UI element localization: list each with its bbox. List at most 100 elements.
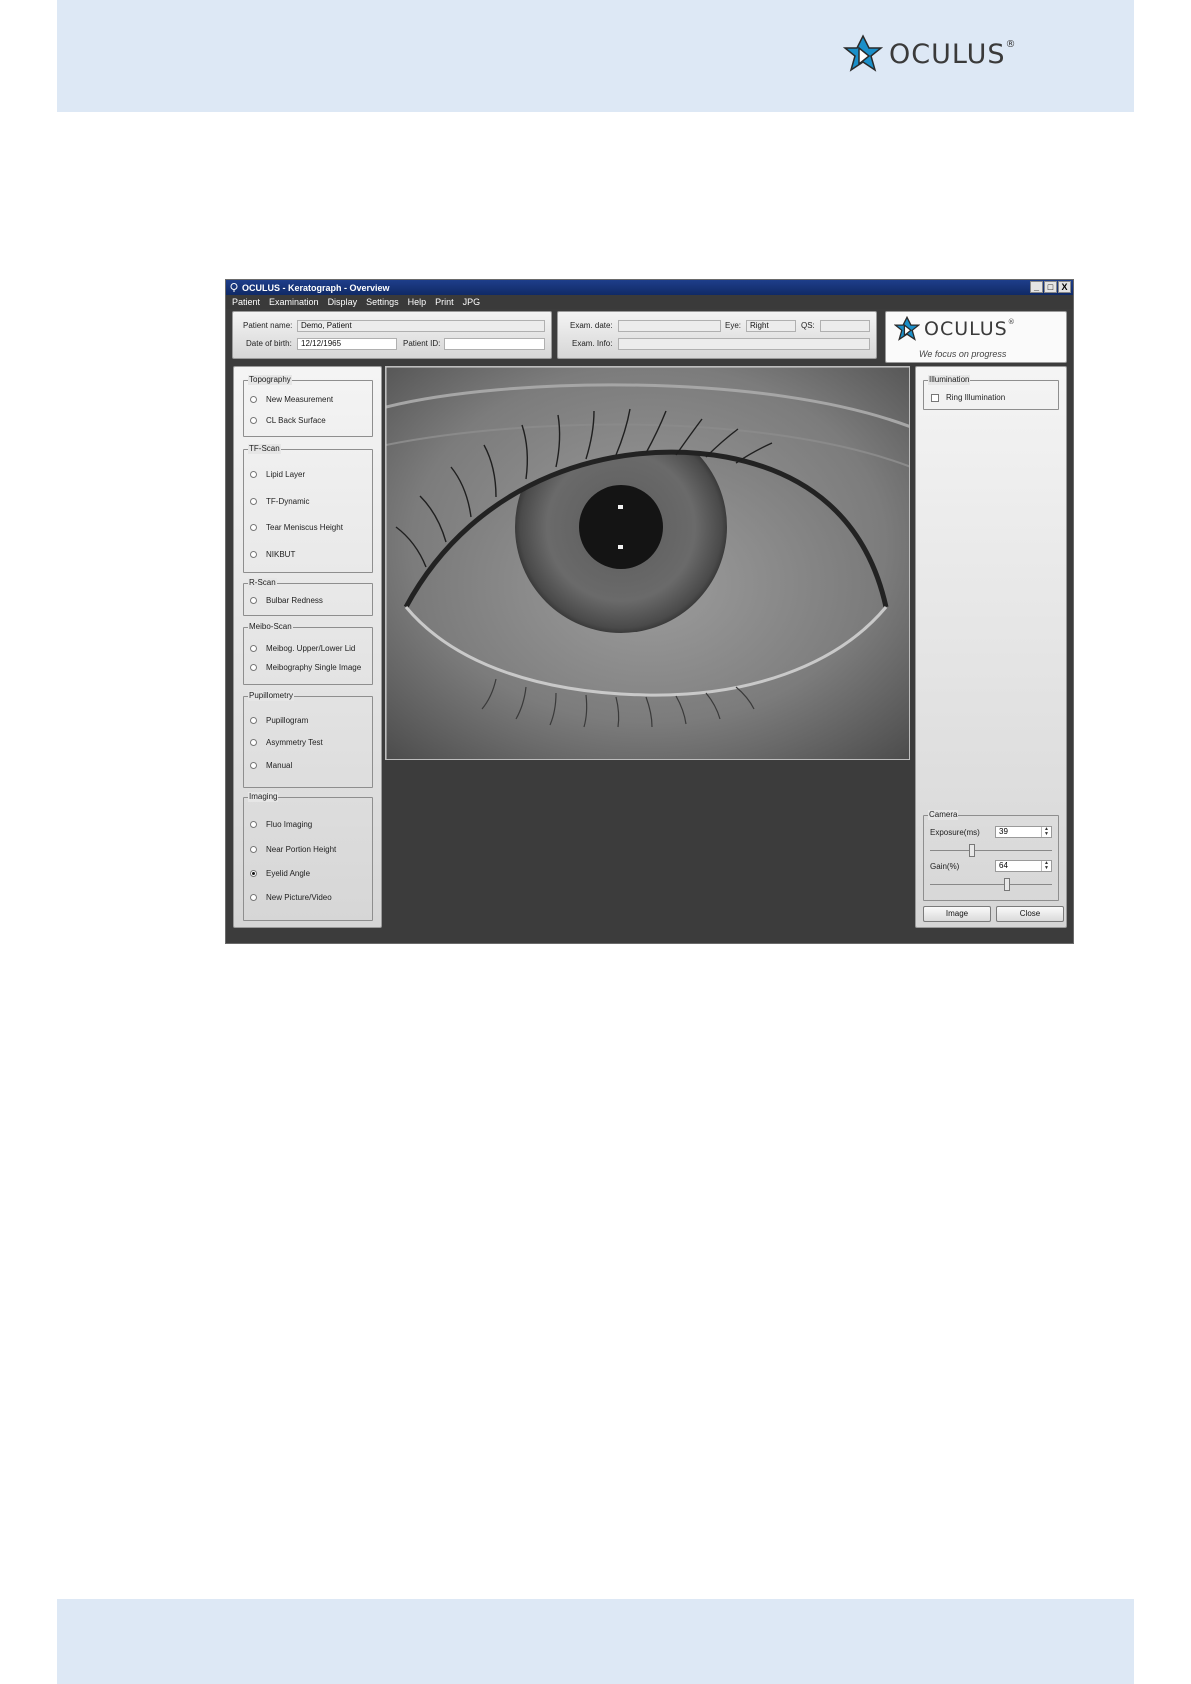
radio-button[interactable] <box>250 524 257 531</box>
menu-examination[interactable]: Examination <box>269 297 319 307</box>
gain-spinbox[interactable]: 64 ▲ ▼ <box>995 860 1052 872</box>
option-meibography-single-image[interactable]: Meibography Single Image <box>250 663 361 672</box>
patient-name-field[interactable]: Demo, Patient <box>297 320 545 332</box>
dob-label: Date of birth: <box>246 339 292 348</box>
controls-panel: Illumination Ring Illumination Camera Ex… <box>915 366 1067 928</box>
app-icon <box>230 283 238 292</box>
option-pupillogram[interactable]: Pupillogram <box>250 716 308 725</box>
radio-button[interactable] <box>250 471 257 478</box>
image-button[interactable]: Image <box>923 906 991 922</box>
radio-button[interactable] <box>250 645 257 652</box>
exposure-label: Exposure(ms) <box>930 828 980 837</box>
oculus-star-icon <box>843 34 883 72</box>
spin-arrows-icon[interactable]: ▲ ▼ <box>1041 861 1051 871</box>
menu-bar: Patient Examination Display Settings Hel… <box>226 295 1073 309</box>
patient-id-field[interactable] <box>444 338 545 350</box>
option-label: Meibography Single Image <box>266 663 362 672</box>
radio-button[interactable] <box>250 664 257 671</box>
menu-display[interactable]: Display <box>328 297 358 307</box>
gain-slider-thumb[interactable] <box>1004 878 1011 891</box>
option-near-portion-height[interactable]: Near Portion Height <box>250 845 336 854</box>
option-label: Pupillogram <box>266 716 309 725</box>
gain-value: 64 <box>999 861 1008 870</box>
option-lipid-layer[interactable]: Lipid Layer <box>250 470 305 479</box>
option-bulbar-redness[interactable]: Bulbar Redness <box>250 596 323 605</box>
exposure-slider[interactable] <box>930 850 1052 851</box>
title-bar[interactable]: OCULUS - Keratograph - Overview _ □ X <box>226 280 1073 295</box>
spin-arrows-icon[interactable]: ▲ ▼ <box>1041 827 1051 837</box>
group-topography: Topography New Measurement CL Back Surfa… <box>243 375 373 437</box>
radio-button[interactable] <box>250 597 257 604</box>
exam-date-label: Exam. date: <box>570 321 613 330</box>
group-topography-title: Topography <box>248 375 292 385</box>
radio-button[interactable] <box>250 498 257 505</box>
option-label: Manual <box>266 761 293 770</box>
group-illumination-title: Illumination <box>928 375 971 385</box>
radio-button[interactable] <box>250 717 257 724</box>
radio-button[interactable] <box>250 417 257 424</box>
exam-date-field[interactable] <box>618 320 721 332</box>
menu-settings[interactable]: Settings <box>366 297 399 307</box>
radio-button[interactable] <box>250 894 257 901</box>
exposure-slider-thumb[interactable] <box>969 844 976 857</box>
menu-help[interactable]: Help <box>408 297 427 307</box>
option-eyelid-angle[interactable]: Eyelid Angle <box>250 869 310 878</box>
option-label: NIKBUT <box>266 550 296 559</box>
ring-illumination-checkbox[interactable]: Ring Illumination <box>931 393 1005 402</box>
checkbox[interactable] <box>931 393 939 402</box>
oculus-logo: OCULUS® <box>843 34 1016 74</box>
examination-panel: Topography New Measurement CL Back Surfa… <box>233 366 382 928</box>
option-nikbut[interactable]: NIKBUT <box>250 550 295 559</box>
exam-info-field[interactable] <box>618 338 870 350</box>
option-label: TF-Dynamic <box>266 497 310 506</box>
option-new-picture-video[interactable]: New Picture/Video <box>250 893 332 902</box>
radio-button[interactable] <box>250 739 257 746</box>
patient-name-label: Patient name: <box>243 321 293 330</box>
option-asymmetry-test[interactable]: Asymmetry Test <box>250 738 323 747</box>
eye-label: Eye: <box>725 321 742 330</box>
close-button[interactable]: Close <box>996 906 1064 922</box>
option-label: Fluo Imaging <box>266 820 313 829</box>
radio-button[interactable] <box>250 762 257 769</box>
close-window-button[interactable]: X <box>1058 281 1071 293</box>
option-label: Near Portion Height <box>266 845 337 854</box>
group-pupillometry: Pupillometry Pupillogram Asymmetry Test … <box>243 691 373 788</box>
option-cl-back-surface[interactable]: CL Back Surface <box>250 416 326 425</box>
gain-slider[interactable] <box>930 884 1052 885</box>
exposure-spinbox[interactable]: 39 ▲ ▼ <box>995 826 1052 838</box>
minimize-button[interactable]: _ <box>1030 281 1043 293</box>
menu-jpg[interactable]: JPG <box>463 297 481 307</box>
radio-button[interactable] <box>250 821 257 828</box>
eye-field[interactable]: Right <box>746 320 796 332</box>
eye-camera-image[interactable] <box>385 366 910 760</box>
menu-print[interactable]: Print <box>435 297 454 307</box>
gain-label: Gain(%) <box>930 862 960 871</box>
maximize-button[interactable]: □ <box>1044 281 1057 293</box>
option-meibog-upper-lower-lid[interactable]: Meibog. Upper/Lower Lid <box>250 644 355 653</box>
group-pupillometry-title: Pupillometry <box>248 691 295 701</box>
menu-patient[interactable]: Patient <box>232 297 260 307</box>
qs-field[interactable] <box>820 320 870 332</box>
ring-illumination-label: Ring Illumination <box>946 393 1006 402</box>
radio-button[interactable] <box>250 396 257 403</box>
dob-field[interactable]: 12/12/1965 <box>297 338 397 350</box>
option-label: Bulbar Redness <box>266 596 323 605</box>
option-label: Eyelid Angle <box>266 869 311 878</box>
option-tf-dynamic[interactable]: TF-Dynamic <box>250 497 310 506</box>
radio-button[interactable] <box>250 551 257 558</box>
option-manual[interactable]: Manual <box>250 761 292 770</box>
exam-panel: Exam. date: Eye: Right QS: Exam. Info: <box>557 311 877 359</box>
group-camera: Camera Exposure(ms) 39 ▲ ▼ Gain(%) 64 ▲ ▼ <box>923 810 1059 901</box>
option-label: New Measurement <box>266 395 334 404</box>
radio-button[interactable] <box>250 846 257 853</box>
brand-registered-mark: ® <box>1005 38 1017 50</box>
exposure-value: 39 <box>999 827 1008 836</box>
group-tf-scan: TF-Scan Lipid Layer TF-Dynamic Tear Meni… <box>243 444 373 573</box>
option-fluo-imaging[interactable]: Fluo Imaging <box>250 820 312 829</box>
option-tear-meniscus-height[interactable]: Tear Meniscus Height <box>250 523 343 532</box>
option-new-measurement[interactable]: New Measurement <box>250 395 333 404</box>
group-imaging: Imaging Fluo Imaging Near Portion Height… <box>243 792 373 921</box>
option-label: Meibog. Upper/Lower Lid <box>266 644 356 653</box>
radio-button-selected[interactable] <box>250 870 257 877</box>
option-label: Tear Meniscus Height <box>266 523 343 532</box>
